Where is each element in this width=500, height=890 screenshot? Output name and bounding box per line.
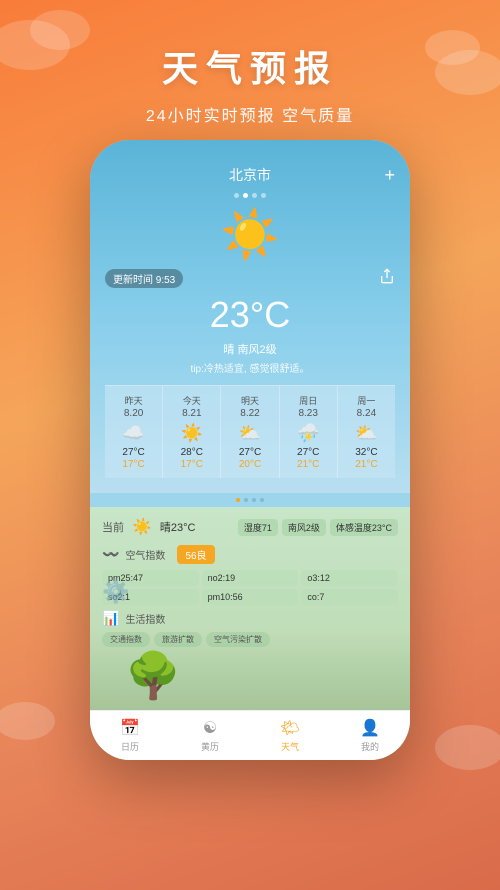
app-header: 天气预报 24小时实时预报 空气质量 [0,0,500,146]
day-icon-4: ⛅ [340,423,393,444]
scroll-dots [90,493,410,507]
dot-3 [252,193,257,198]
nav-label-weather: 天气 [281,740,299,753]
page-dots [105,193,395,198]
current-tags: 湿度71 南风2级 体感温度23°C [238,519,398,536]
o3-cell: o3:12 [301,570,398,586]
nav-item-weather[interactable]: 🌤 天气 [250,711,330,760]
day-label-2: 明天 [223,394,276,407]
weather-nav-icon: 🌤 [280,718,300,738]
life-tag-2[interactable]: 空气污染扩散 [206,632,270,647]
pm10-cell: pm10:56 [202,589,299,605]
day-col-4: 周一 8.24 ⛅ 32°C 21°C [338,386,395,478]
bottom-navigation: 📅 日历 ☯ 黄历 🌤 天气 👤 我的 [90,710,410,760]
life-index-row: 📊 生活指数 [102,610,398,627]
phone-mockup: 北京市 + ☀️ 更新时间 9:53 23°C 晴 南风2级 [90,140,410,760]
day-low-0: 17°C [107,459,160,470]
air-quality-row: 空气指数 56良 [125,545,214,564]
weather-description: 晴 南风2级 [105,341,395,357]
profile-icon: 👤 [360,718,380,738]
bar-chart-icon: 📊 [102,610,119,627]
bg-cloud-6 [435,725,500,770]
life-tags-row: 交通指数 旅游扩散 空气污染扩散 [102,632,398,647]
dot-4 [261,193,266,198]
sun-icon: ☀️ [105,206,395,263]
day-icon-3: ⛈️ [282,423,335,444]
day-icon-0: ☁️ [107,423,160,444]
add-city-button[interactable]: + [384,165,395,186]
day-col-2: 明天 8.22 ⛅ 27°C 20°C [221,386,279,478]
humidity-tag: 湿度71 [238,519,278,536]
nav-item-profile[interactable]: 👤 我的 [330,711,410,760]
tree-decoration: 🌳 [125,649,181,702]
day-label-3: 周日 [282,394,335,407]
scroll-dot-1 [236,498,240,502]
city-row: 北京市 + [105,165,395,185]
day-label-1: 今天 [165,394,218,407]
day-label-0: 昨天 [107,394,160,407]
day-low-1: 17°C [165,459,218,470]
weather-app: 北京市 + ☀️ 更新时间 9:53 23°C 晴 南风2级 [90,140,410,760]
calendar-icon: 📅 [120,718,140,738]
feel-tag: 体感温度23°C [330,519,398,536]
city-name: 北京市 [229,165,271,185]
current-sun-icon: ☀️ [132,517,152,537]
update-time-row: 更新时间 9:53 [105,268,395,289]
nav-item-almanac[interactable]: ☯ 黄历 [170,711,250,760]
update-time-badge: 更新时间 9:53 [105,269,183,288]
chart-icon: 〰️ [102,546,119,563]
chart-row: 〰️ 空气指数 56良 [102,545,398,564]
bg-cloud-5 [0,702,55,740]
air-index-label: 空气指数 [125,547,165,562]
day-label-4: 周一 [340,394,393,407]
current-weather-text: 晴23°C [160,519,196,535]
day-high-2: 27°C [223,447,276,458]
life-tag-0[interactable]: 交通指数 [102,632,150,647]
weather-tip: tip:冷热适宜, 感觉很舒适。 [105,360,395,375]
almanac-icon: ☯ [203,718,217,738]
day-low-3: 21°C [282,459,335,470]
main-temperature: 23°C [105,294,395,336]
life-tag-1[interactable]: 旅游扩散 [154,632,202,647]
sky-section: 北京市 + ☀️ 更新时间 9:53 23°C 晴 南风2级 [90,140,410,493]
no2-cell: no2:19 [202,570,299,586]
day-high-4: 32°C [340,447,393,458]
scroll-dot-2 [244,498,248,502]
day-date-1: 8.21 [165,408,218,419]
dot-1 [234,193,239,198]
day-high-3: 27°C [282,447,335,458]
scroll-dot-4 [260,498,264,502]
nav-label-almanac: 黄历 [201,740,219,753]
day-col-0: 昨天 8.20 ☁️ 27°C 17°C [105,386,163,478]
day-icon-1: ☀️ [165,423,218,444]
life-index-label: 生活指数 [125,611,165,626]
day-date-3: 8.23 [282,408,335,419]
app-title: 天气预报 [20,40,480,92]
day-high-0: 27°C [107,447,160,458]
day-date-0: 8.20 [107,408,160,419]
wind-tag: 南风2级 [282,519,326,536]
current-row: 当前 ☀️ 晴23°C 湿度71 南风2级 体感温度23°C [102,517,398,537]
weekly-forecast: 昨天 8.20 ☁️ 27°C 17°C 今天 8.21 ☀️ 28°C 17°… [105,385,395,478]
nav-label-calendar: 日历 [121,740,139,753]
day-date-2: 8.22 [223,408,276,419]
nav-label-profile: 我的 [361,740,379,753]
dot-2 [243,193,248,198]
day-high-1: 28°C [165,447,218,458]
co-cell: co:7 [301,589,398,605]
share-icon[interactable] [379,268,395,289]
day-col-1: 今天 8.21 ☀️ 28°C 17°C [163,386,221,478]
day-low-4: 21°C [340,459,393,470]
app-subtitle: 24小时实时预报 空气质量 [20,102,480,126]
air-data-grid: pm25:47 no2:19 o3:12 so2:1 pm10:56 co:7 [102,570,398,605]
gear-decoration-icon: ⚙️ [102,579,129,605]
day-date-4: 8.24 [340,408,393,419]
air-index-badge: 56良 [177,545,214,564]
scroll-dot-3 [252,498,256,502]
current-label: 当前 [102,519,124,535]
day-col-3: 周日 8.23 ⛈️ 27°C 21°C [280,386,338,478]
day-low-2: 20°C [223,459,276,470]
nav-item-calendar[interactable]: 📅 日历 [90,711,170,760]
day-icon-2: ⛅ [223,423,276,444]
